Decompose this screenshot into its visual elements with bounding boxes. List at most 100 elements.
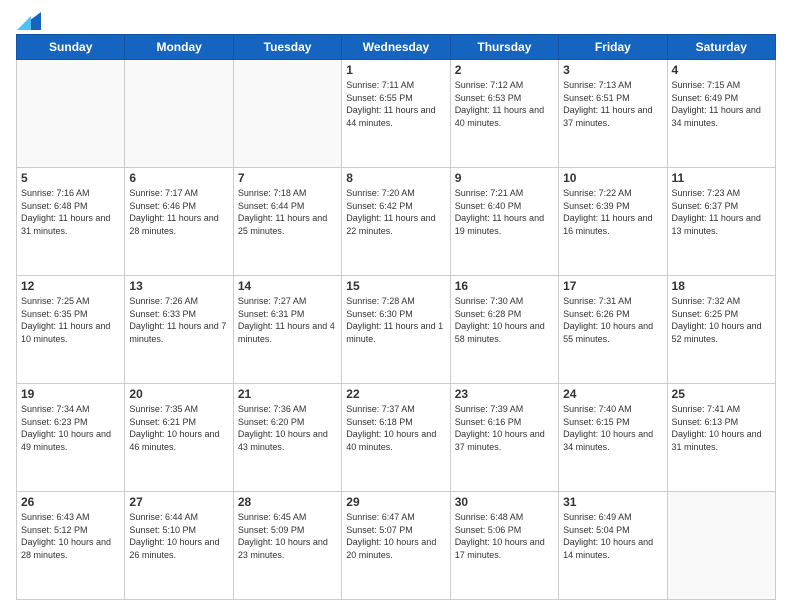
day-number: 20 <box>129 387 228 401</box>
calendar-cell: 20Sunrise: 7:35 AMSunset: 6:21 PMDayligh… <box>125 384 233 492</box>
week-row-3: 19Sunrise: 7:34 AMSunset: 6:23 PMDayligh… <box>17 384 776 492</box>
day-number: 19 <box>21 387 120 401</box>
calendar-cell: 7Sunrise: 7:18 AMSunset: 6:44 PMDaylight… <box>233 168 341 276</box>
day-info: Sunrise: 6:48 AMSunset: 5:06 PMDaylight:… <box>455 511 554 561</box>
day-number: 8 <box>346 171 445 185</box>
day-info: Sunrise: 7:18 AMSunset: 6:44 PMDaylight:… <box>238 187 337 237</box>
day-number: 28 <box>238 495 337 509</box>
calendar-cell: 8Sunrise: 7:20 AMSunset: 6:42 PMDaylight… <box>342 168 450 276</box>
day-number: 26 <box>21 495 120 509</box>
calendar-cell: 12Sunrise: 7:25 AMSunset: 6:35 PMDayligh… <box>17 276 125 384</box>
day-info: Sunrise: 6:47 AMSunset: 5:07 PMDaylight:… <box>346 511 445 561</box>
calendar-cell: 28 Sunrise: 6:45 AMSunset: 5:09 PMDayligh… <box>233 492 341 600</box>
day-info: Sunrise: 7:15 AMSunset: 6:49 PMDaylight:… <box>672 79 771 129</box>
calendar-cell: 26 Sunrise: 6:43 AMSunset: 5:12 PMDayligh… <box>17 492 125 600</box>
day-info: Sunrise: 7:28 AMSunset: 6:30 PMDaylight:… <box>346 295 445 345</box>
calendar-cell: 15 Sunrise: 7:28 AMSunset: 6:30 PMDayligh… <box>342 276 450 384</box>
day-number: 4 <box>672 63 771 77</box>
calendar-cell: 27 Sunrise: 6:44 AMSunset: 5:10 PMDayligh… <box>125 492 233 600</box>
day-number: 2 <box>455 63 554 77</box>
calendar-cell <box>667 492 775 600</box>
calendar-cell: 4 Sunrise: 7:15 AMSunset: 6:49 PMDaylight… <box>667 60 775 168</box>
day-info: Sunrise: 6:44 AMSunset: 5:10 PMDaylight:… <box>129 511 228 561</box>
calendar-cell: 6 Sunrise: 7:17 AMSunset: 6:46 PMDaylight… <box>125 168 233 276</box>
day-number: 25 <box>672 387 771 401</box>
week-row-0: 1Sunrise: 7:11 AMSunset: 6:55 PMDaylight… <box>17 60 776 168</box>
calendar-cell: 29 Sunrise: 6:47 AMSunset: 5:07 PMDayligh… <box>342 492 450 600</box>
calendar-cell <box>233 60 341 168</box>
day-info: Sunrise: 6:49 AMSunset: 5:04 PMDaylight:… <box>563 511 662 561</box>
day-number: 15 <box>346 279 445 293</box>
weekday-header-sunday: Sunday <box>17 35 125 60</box>
day-number: 5 <box>21 171 120 185</box>
day-info: Sunrise: 7:13 AMSunset: 6:51 PMDaylight:… <box>563 79 662 129</box>
day-info: Sunrise: 7:25 AMSunset: 6:35 PMDaylight:… <box>21 295 120 345</box>
day-number: 17 <box>563 279 662 293</box>
calendar-cell: 21 Sunrise: 7:36 AMSunset: 6:20 PMDayligh… <box>233 384 341 492</box>
calendar-cell: 30 Sunrise: 6:48 AMSunset: 5:06 PMDayligh… <box>450 492 558 600</box>
week-row-4: 26 Sunrise: 6:43 AMSunset: 5:12 PMDayligh… <box>17 492 776 600</box>
weekday-header-row: SundayMondayTuesdayWednesdayThursdayFrid… <box>17 35 776 60</box>
day-info: Sunrise: 7:12 AMSunset: 6:53 PMDaylight:… <box>455 79 554 129</box>
week-row-2: 12Sunrise: 7:25 AMSunset: 6:35 PMDayligh… <box>17 276 776 384</box>
calendar-cell: 5 Sunrise: 7:16 AMSunset: 6:48 PMDaylight… <box>17 168 125 276</box>
day-info: Sunrise: 7:30 AMSunset: 6:28 PMDaylight:… <box>455 295 554 345</box>
day-number: 30 <box>455 495 554 509</box>
day-number: 16 <box>455 279 554 293</box>
calendar-cell: 10 Sunrise: 7:22 AMSunset: 6:39 PMDayligh… <box>559 168 667 276</box>
weekday-header-saturday: Saturday <box>667 35 775 60</box>
header <box>16 12 776 26</box>
day-number: 31 <box>563 495 662 509</box>
calendar-table: SundayMondayTuesdayWednesdayThursdayFrid… <box>16 34 776 600</box>
day-number: 27 <box>129 495 228 509</box>
calendar-cell: 1Sunrise: 7:11 AMSunset: 6:55 PMDaylight… <box>342 60 450 168</box>
day-number: 29 <box>346 495 445 509</box>
day-number: 18 <box>672 279 771 293</box>
day-info: Sunrise: 7:37 AMSunset: 6:18 PMDaylight:… <box>346 403 445 453</box>
day-number: 21 <box>238 387 337 401</box>
calendar-cell: 2 Sunrise: 7:12 AMSunset: 6:53 PMDaylight… <box>450 60 558 168</box>
day-info: Sunrise: 7:22 AMSunset: 6:39 PMDaylight:… <box>563 187 662 237</box>
day-number: 14 <box>238 279 337 293</box>
calendar-cell: 13Sunrise: 7:26 AMSunset: 6:33 PMDayligh… <box>125 276 233 384</box>
calendar-cell: 23 Sunrise: 7:39 AMSunset: 6:16 PMDayligh… <box>450 384 558 492</box>
calendar-cell: 22 Sunrise: 7:37 AMSunset: 6:18 PMDayligh… <box>342 384 450 492</box>
page: SundayMondayTuesdayWednesdayThursdayFrid… <box>0 0 792 612</box>
weekday-header-wednesday: Wednesday <box>342 35 450 60</box>
day-number: 6 <box>129 171 228 185</box>
calendar-cell: 11Sunrise: 7:23 AMSunset: 6:37 PMDayligh… <box>667 168 775 276</box>
week-row-1: 5 Sunrise: 7:16 AMSunset: 6:48 PMDaylight… <box>17 168 776 276</box>
day-info: Sunrise: 7:16 AMSunset: 6:48 PMDaylight:… <box>21 187 120 237</box>
day-number: 23 <box>455 387 554 401</box>
day-info: Sunrise: 6:43 AMSunset: 5:12 PMDaylight:… <box>21 511 120 561</box>
day-info: Sunrise: 7:41 AMSunset: 6:13 PMDaylight:… <box>672 403 771 453</box>
day-info: Sunrise: 7:39 AMSunset: 6:16 PMDaylight:… <box>455 403 554 453</box>
day-number: 10 <box>563 171 662 185</box>
day-number: 11 <box>672 171 771 185</box>
day-number: 24 <box>563 387 662 401</box>
calendar-cell: 24 Sunrise: 7:40 AMSunset: 6:15 PMDayligh… <box>559 384 667 492</box>
calendar-cell: 31 Sunrise: 6:49 AMSunset: 5:04 PMDayligh… <box>559 492 667 600</box>
calendar-cell: 14 Sunrise: 7:27 AMSunset: 6:31 PMDayligh… <box>233 276 341 384</box>
calendar-cell: 25 Sunrise: 7:41 AMSunset: 6:13 PMDayligh… <box>667 384 775 492</box>
logo <box>16 12 42 26</box>
weekday-header-monday: Monday <box>125 35 233 60</box>
day-info: Sunrise: 7:36 AMSunset: 6:20 PMDaylight:… <box>238 403 337 453</box>
day-info: Sunrise: 6:45 AMSunset: 5:09 PMDaylight:… <box>238 511 337 561</box>
calendar-cell: 3 Sunrise: 7:13 AMSunset: 6:51 PMDaylight… <box>559 60 667 168</box>
day-info: Sunrise: 7:21 AMSunset: 6:40 PMDaylight:… <box>455 187 554 237</box>
calendar-cell <box>125 60 233 168</box>
day-info: Sunrise: 7:27 AMSunset: 6:31 PMDaylight:… <box>238 295 337 345</box>
day-number: 22 <box>346 387 445 401</box>
calendar-cell: 19Sunrise: 7:34 AMSunset: 6:23 PMDayligh… <box>17 384 125 492</box>
day-info: Sunrise: 7:40 AMSunset: 6:15 PMDaylight:… <box>563 403 662 453</box>
day-info: Sunrise: 7:11 AMSunset: 6:55 PMDaylight:… <box>346 79 445 129</box>
weekday-header-thursday: Thursday <box>450 35 558 60</box>
logo-icon <box>17 12 41 30</box>
day-info: Sunrise: 7:17 AMSunset: 6:46 PMDaylight:… <box>129 187 228 237</box>
weekday-header-friday: Friday <box>559 35 667 60</box>
day-info: Sunrise: 7:32 AMSunset: 6:25 PMDaylight:… <box>672 295 771 345</box>
weekday-header-tuesday: Tuesday <box>233 35 341 60</box>
calendar-cell: 9Sunrise: 7:21 AMSunset: 6:40 PMDaylight… <box>450 168 558 276</box>
day-number: 3 <box>563 63 662 77</box>
